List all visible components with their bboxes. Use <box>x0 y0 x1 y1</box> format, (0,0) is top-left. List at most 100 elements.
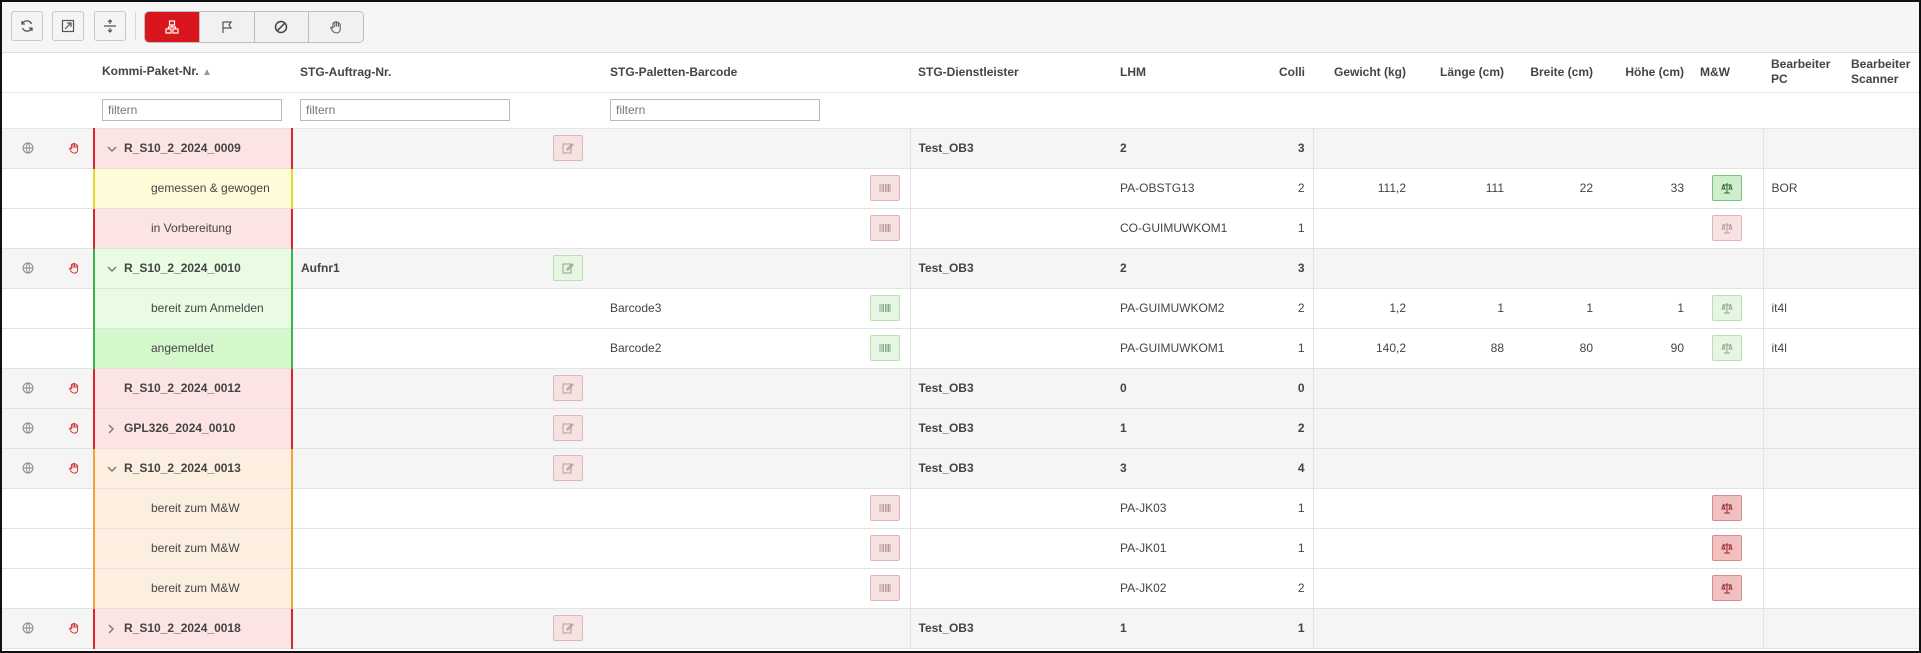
header-kommi[interactable]: Kommi-Paket-Nr. ▲︎ <box>94 53 292 93</box>
split-button[interactable] <box>94 11 126 41</box>
kommi-cell[interactable]: R_S10_2_2024_0013 <box>93 448 293 489</box>
edit-button[interactable] <box>553 375 583 401</box>
barcode-button[interactable] <box>869 335 900 361</box>
measure-weigh-button[interactable] <box>1712 175 1743 201</box>
package-row[interactable]: R_S10_2_2024_0010 Aufnr1 Test_OB3 2 3 <box>2 248 1919 289</box>
barcode-cell: Barcode2 <box>602 328 860 369</box>
package-child-row[interactable]: gemessen & gewogen PA-OBSTG13 2 111,2 111 22 3… <box>2 168 1919 209</box>
globe-cell[interactable] <box>2 408 54 449</box>
edit-button[interactable] <box>553 615 583 641</box>
package-row[interactable]: GPL326_2024_0010 Test_OB3 1 2 <box>2 408 1919 449</box>
sort-icon[interactable]: ▲︎ <box>202 67 212 78</box>
kommi-cell[interactable]: GPL326_2024_0010 <box>93 408 293 449</box>
header-bearbeiter-scanner[interactable]: Bearbeiter Scanner <box>1843 53 1919 93</box>
barcode-button[interactable] <box>869 535 900 561</box>
edit-button[interactable] <box>553 415 583 441</box>
header-hoehe[interactable]: Höhe (cm) <box>1601 53 1693 93</box>
package-child-row[interactable]: in Vorbereitung CO-GUIMUWKOM1 1 <box>2 208 1919 249</box>
package-child-row[interactable]: bereit zum Anmelden Barcode3 PA-GUIMUWKOM2… <box>2 288 1919 329</box>
chevron-down-icon[interactable] <box>107 265 117 273</box>
hand-cell[interactable] <box>54 248 94 289</box>
header-mw[interactable]: M&W <box>1692 53 1764 93</box>
expand-toggle[interactable] <box>107 624 121 634</box>
lhm-cell: PA-JK02 <box>1112 568 1263 609</box>
empty-cell <box>54 488 94 529</box>
hand-cell[interactable] <box>54 608 94 649</box>
header-laenge[interactable]: Länge (cm) <box>1414 53 1513 93</box>
package-child-row[interactable]: bereit zum M&W PA-JK02 2 <box>2 568 1919 609</box>
edit-cell <box>534 328 602 369</box>
hand-cell[interactable] <box>54 368 94 409</box>
header-breite[interactable]: Breite (cm) <box>1512 53 1602 93</box>
package-row[interactable]: R_S10_2_2024_0009 Test_OB3 2 3 <box>2 128 1919 169</box>
bearbeiter-pc-cell <box>1762 528 1844 569</box>
expand-toggle[interactable] <box>107 465 121 473</box>
barcode-button[interactable] <box>869 295 900 321</box>
barcode-button[interactable] <box>869 575 900 601</box>
hoehe-cell <box>1601 488 1693 529</box>
expand-toggle[interactable] <box>107 145 121 153</box>
header-colli[interactable]: Colli <box>1262 53 1314 93</box>
mode-package-button[interactable] <box>145 12 200 42</box>
edit-button[interactable] <box>553 455 583 481</box>
kommi-cell[interactable]: R_S10_2_2024_0010 <box>93 248 293 289</box>
globe-cell[interactable] <box>2 368 54 409</box>
hand-cell[interactable] <box>54 448 94 489</box>
gewicht-cell: 1,2 <box>1312 288 1415 329</box>
measure-weigh-button[interactable] <box>1712 335 1743 361</box>
lhm-cell: PA-GUIMUWKOM1 <box>1112 328 1263 369</box>
package-row[interactable]: R_S10_2_2024_0013 Test_OB3 3 4 <box>2 448 1919 489</box>
edit-button[interactable] <box>553 255 583 281</box>
kommi-cell[interactable]: R_S10_2_2024_0018 <box>93 608 293 649</box>
measure-weigh-button[interactable] <box>1712 215 1743 241</box>
auftrag-filter-input[interactable] <box>300 99 510 121</box>
resize-button[interactable] <box>52 11 84 41</box>
kommi-number: R_S10_2_2024_0018 <box>124 621 241 635</box>
expand-toggle[interactable] <box>107 424 121 434</box>
globe-cell[interactable] <box>2 448 54 489</box>
breite-cell <box>1512 408 1602 449</box>
refresh-button[interactable] <box>11 11 43 41</box>
header-lhm[interactable]: LHM <box>1112 53 1263 93</box>
barcode-button[interactable] <box>869 495 900 521</box>
hand-cell[interactable] <box>54 128 94 169</box>
measure-weigh-button[interactable] <box>1712 495 1743 521</box>
hand-cell[interactable] <box>54 408 94 449</box>
status-cell: angemeldet <box>93 328 293 369</box>
globe-cell[interactable] <box>2 248 54 289</box>
status-cell: bereit zum M&W <box>93 488 293 529</box>
package-row[interactable]: R_S10_2_2024_0012 Test_OB3 0 0 <box>2 368 1919 409</box>
expand-toggle[interactable] <box>107 265 121 273</box>
kommi-cell[interactable]: R_S10_2_2024_0009 <box>93 128 293 169</box>
edit-icon <box>562 463 574 474</box>
header-bearbeiter-pc[interactable]: Bearbeiter PC <box>1763 53 1844 93</box>
package-child-row[interactable]: bereit zum M&W PA-JK01 1 <box>2 528 1919 569</box>
package-child-row[interactable]: bereit zum M&W PA-JK03 1 <box>2 488 1919 529</box>
measure-weigh-button[interactable] <box>1712 575 1743 601</box>
barcode-button[interactable] <box>869 175 900 201</box>
header-dienstleister[interactable]: STG-Dienstleister <box>910 53 1113 93</box>
chevron-right-icon[interactable] <box>107 624 115 634</box>
chevron-down-icon[interactable] <box>107 465 117 473</box>
mode-flag-button[interactable] <box>199 12 255 42</box>
edit-cell <box>534 568 602 609</box>
barcode-filter-input[interactable] <box>610 99 820 121</box>
header-auftrag[interactable]: STG-Auftrag-Nr. <box>292 53 602 93</box>
mode-hand-button[interactable] <box>309 12 363 42</box>
header-barcode[interactable]: STG-Paletten-Barcode <box>602 53 911 93</box>
mode-block-button[interactable] <box>254 12 310 42</box>
breite-cell: 80 <box>1512 328 1602 369</box>
chevron-right-icon[interactable] <box>107 424 115 434</box>
measure-weigh-button[interactable] <box>1712 295 1743 321</box>
package-row[interactable]: R_S10_2_2024_0018 Test_OB3 1 1 <box>2 608 1919 649</box>
package-child-row[interactable]: angemeldet Barcode2 PA-GUIMUWKOM1 1 140,2 88 8… <box>2 328 1919 369</box>
header-gewicht[interactable]: Gewicht (kg) <box>1313 53 1415 93</box>
globe-cell[interactable] <box>2 128 54 169</box>
edit-button[interactable] <box>553 135 583 161</box>
barcode-button[interactable] <box>869 215 900 241</box>
globe-cell[interactable] <box>2 608 54 649</box>
kommi-filter-input[interactable] <box>102 99 282 121</box>
kommi-cell[interactable]: R_S10_2_2024_0012 <box>93 368 293 409</box>
measure-weigh-button[interactable] <box>1712 535 1743 561</box>
chevron-down-icon[interactable] <box>107 145 117 153</box>
